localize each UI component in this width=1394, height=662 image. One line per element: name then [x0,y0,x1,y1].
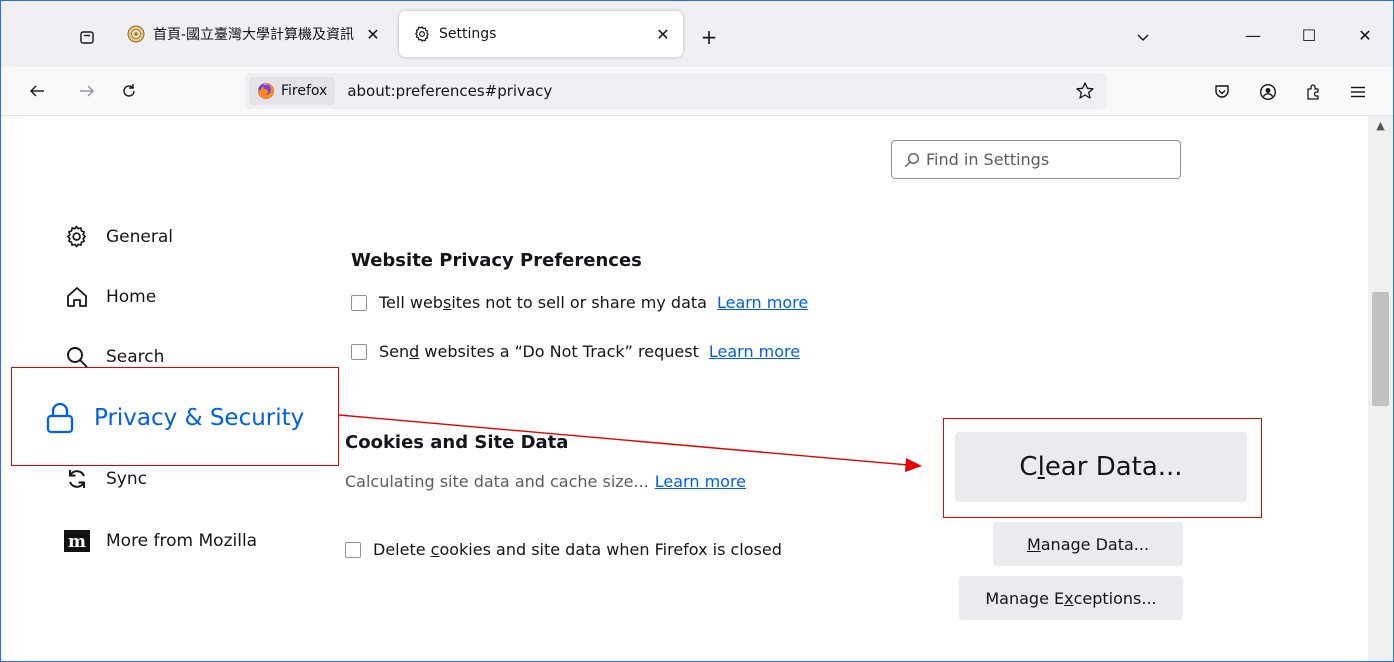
do-not-track-checkbox[interactable] [351,343,367,360]
url-text[interactable]: about:preferences#privacy [347,82,552,100]
learn-more-link[interactable]: Learn more [709,342,800,361]
do-not-sell-row: Tell websites not to sell or share my da… [351,293,808,312]
hamburger-menu-icon [1351,86,1365,98]
tab-title: Settings [439,26,497,42]
learn-more-link[interactable]: Learn more [717,293,808,312]
delete-on-close-label[interactable]: Delete cookies and site data when Firefo… [373,540,782,559]
sidebar-item-more-from-mozilla[interactable]: m More from Mozilla [64,528,257,554]
tab-title: 首頁-國立臺灣大學計算機及資訊 [153,27,355,43]
home-icon [64,284,90,310]
sync-icon [64,466,90,492]
extensions-button[interactable] [1301,79,1327,105]
bookmark-star-button[interactable] [1073,79,1097,103]
sidebar-item-label: General [106,227,173,247]
privacy-highlight-box [11,367,339,466]
tab-settings[interactable]: Settings ✕ [399,11,683,57]
do-not-sell-checkbox[interactable] [351,294,367,311]
close-tab-icon[interactable]: ✕ [359,20,387,48]
do-not-track-label[interactable]: Send websites a “Do Not Track” request [379,342,699,361]
sidebar-item-label: Search [106,347,165,367]
puzzle-icon [1307,84,1319,100]
learn-more-link[interactable]: Learn more [655,472,746,491]
arrow-left-icon [30,85,44,97]
identity-box[interactable]: Firefox [249,77,336,105]
find-in-settings-input[interactable]: Find in Settings [891,140,1181,179]
tab-ntu[interactable]: 首頁-國立臺灣大學計算機及資訊 ✕ [113,11,393,57]
new-tab-button[interactable]: + [695,23,723,51]
gear-icon [64,224,90,250]
search-placeholder: Find in Settings [926,150,1050,169]
sidebar-item-sync[interactable]: Sync [64,466,147,492]
chevron-down-icon [1137,34,1149,41]
identity-label: Firefox [281,83,328,99]
star-icon [1076,82,1094,99]
tab-overview-button[interactable] [71,23,103,51]
page-scrollbar[interactable]: ▲ [1368,116,1393,661]
website-privacy-preferences-heading: Website Privacy Preferences [351,250,642,271]
delete-on-close-row: Delete cookies and site data when Firefo… [345,540,782,559]
do-not-track-row: Send websites a “Do Not Track” request L… [351,342,800,361]
back-button[interactable] [23,77,51,105]
mozilla-m-icon: m [64,528,90,554]
forward-button[interactable] [73,77,101,105]
window-controls: — ☐ ✕ [1225,15,1393,55]
delete-on-close-checkbox[interactable] [345,541,361,558]
minimize-button[interactable]: — [1225,15,1281,55]
manage-exceptions-button[interactable]: Manage Ex ceptions... [959,576,1183,620]
app-menu-button[interactable] [1345,79,1371,105]
do-not-sell-label[interactable]: Tell websites not to sell or share my da… [379,293,707,312]
sidebar-item-home[interactable]: Home [64,284,156,310]
firefox-logo-icon [258,83,274,99]
tab-strip: 首頁-國立臺灣大學計算機及資訊 ✕ Settings ✕ + — ☐ ✕ [1,1,1393,67]
gear-icon [413,25,431,43]
reload-icon [123,84,135,97]
svg-text:m: m [68,532,86,552]
close-window-button[interactable]: ✕ [1337,15,1393,55]
sidebar-item-label: Home [106,287,157,307]
url-bar[interactable]: Firefox about:preferences#privacy [245,73,1107,109]
pocket-icon [1215,85,1229,98]
arrow-right-icon [80,85,94,97]
pocket-button[interactable] [1209,79,1235,105]
sidebar-item-label: More from Mozilla [106,531,258,551]
close-tab-icon[interactable]: ✕ [649,20,677,48]
ntu-seal-icon [127,25,145,43]
account-icon [1259,83,1277,101]
manage-data-button[interactable]: Manage Data... [993,522,1183,566]
sidebar-item-label: Sync [106,469,147,489]
scroll-thumb[interactable] [1372,292,1389,406]
site-data-status-text: Calculating site data and cache size... [345,472,649,491]
reload-button[interactable] [115,77,143,105]
tab-overview-icon [80,31,94,44]
nav-bar: Firefox about:preferences#privacy [1,67,1393,116]
clear-data-highlight-box [943,418,1262,518]
account-button[interactable] [1255,79,1281,105]
list-all-tabs-button[interactable] [1129,23,1157,51]
scroll-up-arrow-icon[interactable]: ▲ [1368,116,1393,134]
maximize-button[interactable]: ☐ [1281,15,1337,55]
search-icon [904,152,920,168]
sidebar-item-general[interactable]: General [64,224,173,250]
site-data-status: Calculating site data and cache size... … [345,472,746,491]
cookies-site-data-heading: Cookies and Site Data [345,432,569,453]
